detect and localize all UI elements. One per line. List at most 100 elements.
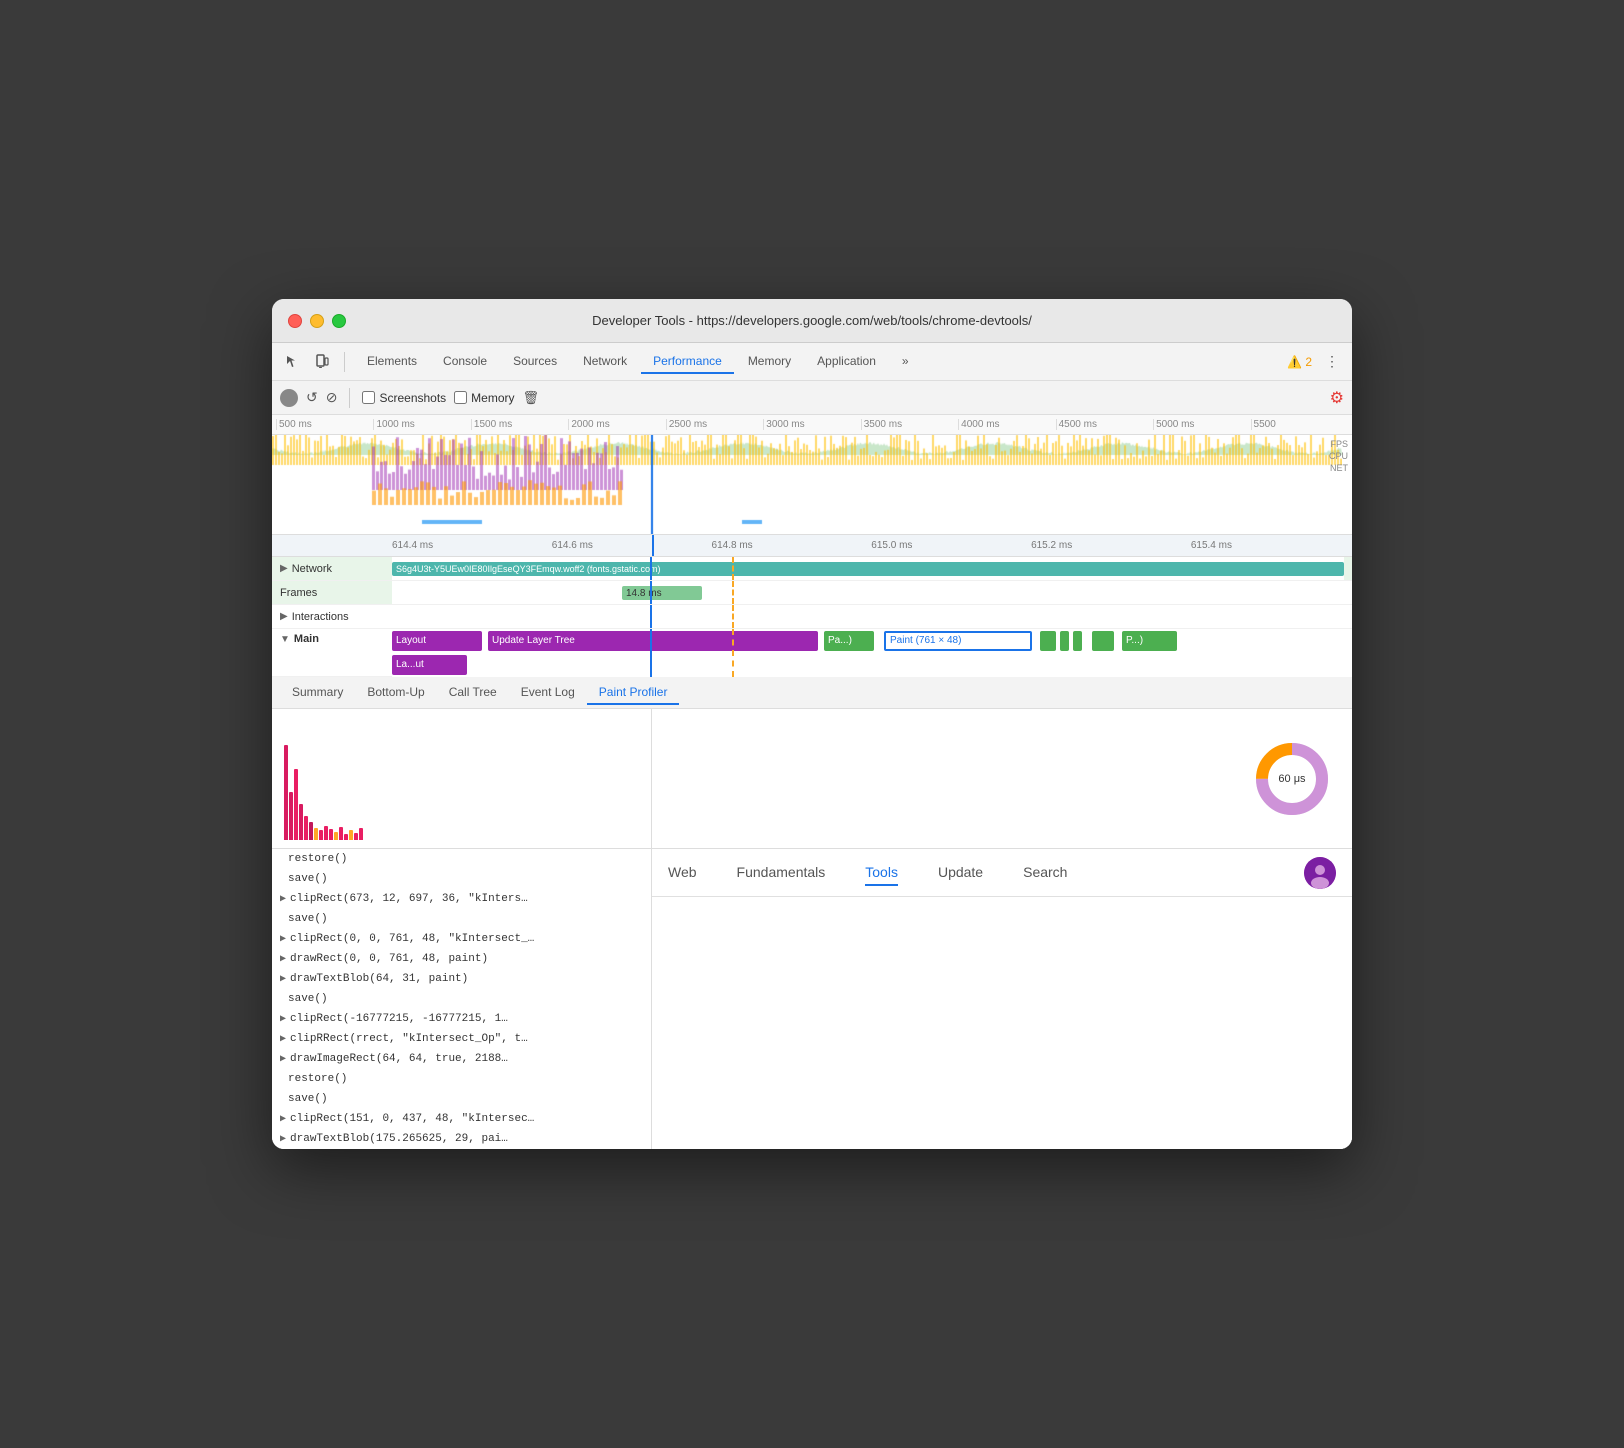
cmd-drawrect[interactable]: ▶ drawRect(0, 0, 761, 48, paint) [272, 949, 651, 969]
nav-search[interactable]: Search [1023, 860, 1067, 886]
tab-summary[interactable]: Summary [280, 681, 355, 705]
detail-ruler: 614.4 ms 614.6 ms 614.8 ms 615.0 ms 615.… [272, 535, 1352, 557]
expand-arrow-2: ▶ [280, 933, 286, 945]
small-green-3 [1073, 631, 1082, 651]
tab-performance[interactable]: Performance [641, 350, 734, 374]
blue-line-interactions [650, 605, 652, 628]
yellow-line-main [732, 629, 734, 677]
timeline-rows: ▶ Network S6g4U3t-Y5UEw0IE80IlgEseQY3FEm… [272, 557, 1352, 677]
cmd-restore-2[interactable]: restore() [272, 1069, 651, 1089]
cmd-save-4[interactable]: save() [272, 1089, 651, 1109]
expand-arrow-4: ▶ [280, 973, 286, 985]
inspect-icon[interactable] [280, 350, 304, 374]
cmd-restore-1[interactable]: restore() [272, 849, 651, 869]
cmd-save-3[interactable]: save() [272, 989, 651, 1009]
ruler-mark-5: 3000 ms [763, 419, 860, 430]
main-label-text: Main [294, 633, 319, 645]
cmd-save-1[interactable]: save() [272, 869, 651, 889]
tab-paint-profiler[interactable]: Paint Profiler [587, 681, 680, 705]
rec-sep [349, 388, 350, 408]
traffic-lights [288, 314, 346, 328]
nav-update[interactable]: Update [938, 860, 983, 886]
cmd-cliprect-3[interactable]: ▶ clipRect(-16777215, -16777215, 1… [272, 1009, 651, 1029]
network-label[interactable]: ▶ Network [272, 563, 392, 575]
website-preview: Web Fundamentals Tools Update Search [652, 849, 1352, 1149]
avatar-image [1304, 857, 1336, 889]
cmd-cliprect-1[interactable]: ▶ clipRect(673, 12, 697, 36, "kInters… [272, 889, 651, 909]
maximize-button[interactable] [332, 314, 346, 328]
small-green-1 [1040, 631, 1056, 651]
delete-button[interactable]: 🗑 [523, 390, 540, 406]
more-menu-button[interactable]: ⋮ [1320, 350, 1344, 374]
tab-bottom-up[interactable]: Bottom-Up [355, 681, 436, 705]
memory-checkbox-label[interactable]: Memory [454, 391, 514, 405]
layout-sub-bar[interactable]: La...ut [392, 655, 467, 675]
expand-arrow-6: ▶ [280, 1033, 286, 1045]
cmd-drawimagerect[interactable]: ▶ drawImageRect(64, 64, true, 2188… [272, 1049, 651, 1069]
memory-checkbox[interactable] [454, 391, 467, 404]
cmd-drawtextblob-1[interactable]: ▶ drawTextBlob(64, 31, paint) [272, 969, 651, 989]
tab-call-tree[interactable]: Call Tree [437, 681, 509, 705]
donut-chart: 60 μs [1252, 739, 1332, 819]
nav-web[interactable]: Web [668, 860, 697, 886]
site-navigation: Web Fundamentals Tools Update Search [652, 849, 1352, 897]
cmd-cliprrect[interactable]: ▶ clipRRect(rrect, "kIntersect_Op", t… [272, 1029, 651, 1049]
net-label: NET [1329, 463, 1348, 473]
tab-application[interactable]: Application [805, 350, 888, 374]
clear-button[interactable]: ⊘ [326, 389, 338, 406]
interactions-row: ▶ Interactions [272, 605, 1352, 629]
donut-label: 60 μs [1278, 773, 1305, 785]
update-layer-tree-bar[interactable]: Update Layer Tree [488, 631, 818, 651]
nav-tools[interactable]: Tools [865, 860, 898, 886]
cmd-text-2: save() [288, 873, 328, 885]
cmd-cliprect-4[interactable]: ▶ clipRect(151, 0, 437, 48, "kIntersec… [272, 1109, 651, 1129]
cmd-save-2[interactable]: save() [272, 909, 651, 929]
interactions-arrow: ▶ [280, 611, 288, 622]
network-track: S6g4U3t-Y5UEw0IE80IlgEseQY3FEmqw.woff2 (… [392, 557, 1344, 580]
settings-icon[interactable]: ⚙ [1330, 388, 1344, 408]
tab-network[interactable]: Network [571, 350, 639, 374]
reload-button[interactable]: ↺ [306, 389, 318, 406]
cmd-cliprect-2[interactable]: ▶ clipRect(0, 0, 761, 48, "kIntersect_… [272, 929, 651, 949]
cmd-text-3: clipRect(673, 12, 697, 36, "kInters… [290, 893, 528, 905]
screenshots-checkbox[interactable] [362, 391, 375, 404]
tab-event-log[interactable]: Event Log [509, 681, 587, 705]
warning-badge[interactable]: ⚠️ 2 [1287, 355, 1312, 369]
screenshots-checkbox-label[interactable]: Screenshots [362, 391, 446, 405]
timeline-ruler: 500 ms 1000 ms 1500 ms 2000 ms 2500 ms 3… [272, 415, 1352, 435]
frames-track: 14.8 ms [392, 581, 1352, 604]
cmd-text-9: clipRect(-16777215, -16777215, 1… [290, 1013, 508, 1025]
minimize-button[interactable] [310, 314, 324, 328]
tab-memory[interactable]: Memory [736, 350, 803, 374]
interactions-label[interactable]: ▶ Interactions [272, 611, 392, 623]
tab-console[interactable]: Console [431, 350, 499, 374]
frames-row: Frames 14.8 ms [272, 581, 1352, 605]
paint-main-bar[interactable]: Paint (761 × 48) [884, 631, 1032, 651]
frames-bar[interactable]: 14.8 ms [622, 586, 702, 600]
fps-label: FPS [1329, 439, 1348, 449]
tab-sources[interactable]: Sources [501, 350, 569, 374]
paint-small-bar[interactable]: Pa...) [824, 631, 874, 651]
performance-chart[interactable]: FPS CPU NET [272, 435, 1352, 535]
chart-labels: FPS CPU NET [1329, 439, 1348, 473]
profiler-bar-7 [314, 828, 318, 840]
cmd-drawtextblob-2[interactable]: ▶ drawTextBlob(175.265625, 29, pai… [272, 1129, 651, 1149]
device-icon[interactable] [310, 350, 334, 374]
paint-last-bar[interactable]: P...) [1122, 631, 1177, 651]
ruler-mark-3: 2000 ms [568, 419, 665, 430]
profiler-bar-4 [299, 804, 303, 840]
main-arrow: ▼ [280, 634, 290, 645]
tab-elements[interactable]: Elements [355, 350, 429, 374]
frames-value: 14.8 ms [626, 588, 662, 599]
main-label[interactable]: ▼ Main [272, 629, 392, 645]
profiler-bar-13 [344, 834, 348, 840]
user-avatar[interactable] [1304, 857, 1336, 889]
close-button[interactable] [288, 314, 302, 328]
profiler-bars-container [280, 713, 643, 844]
ruler-marks-container: 500 ms 1000 ms 1500 ms 2000 ms 2500 ms 3… [276, 419, 1348, 430]
nav-fundamentals[interactable]: Fundamentals [737, 860, 826, 886]
network-bar[interactable]: S6g4U3t-Y5UEw0IE80IlgEseQY3FEmqw.woff2 (… [392, 562, 1344, 576]
record-button[interactable] [280, 389, 298, 407]
tab-more[interactable]: » [890, 350, 921, 374]
layout-bar[interactable]: Layout [392, 631, 482, 651]
